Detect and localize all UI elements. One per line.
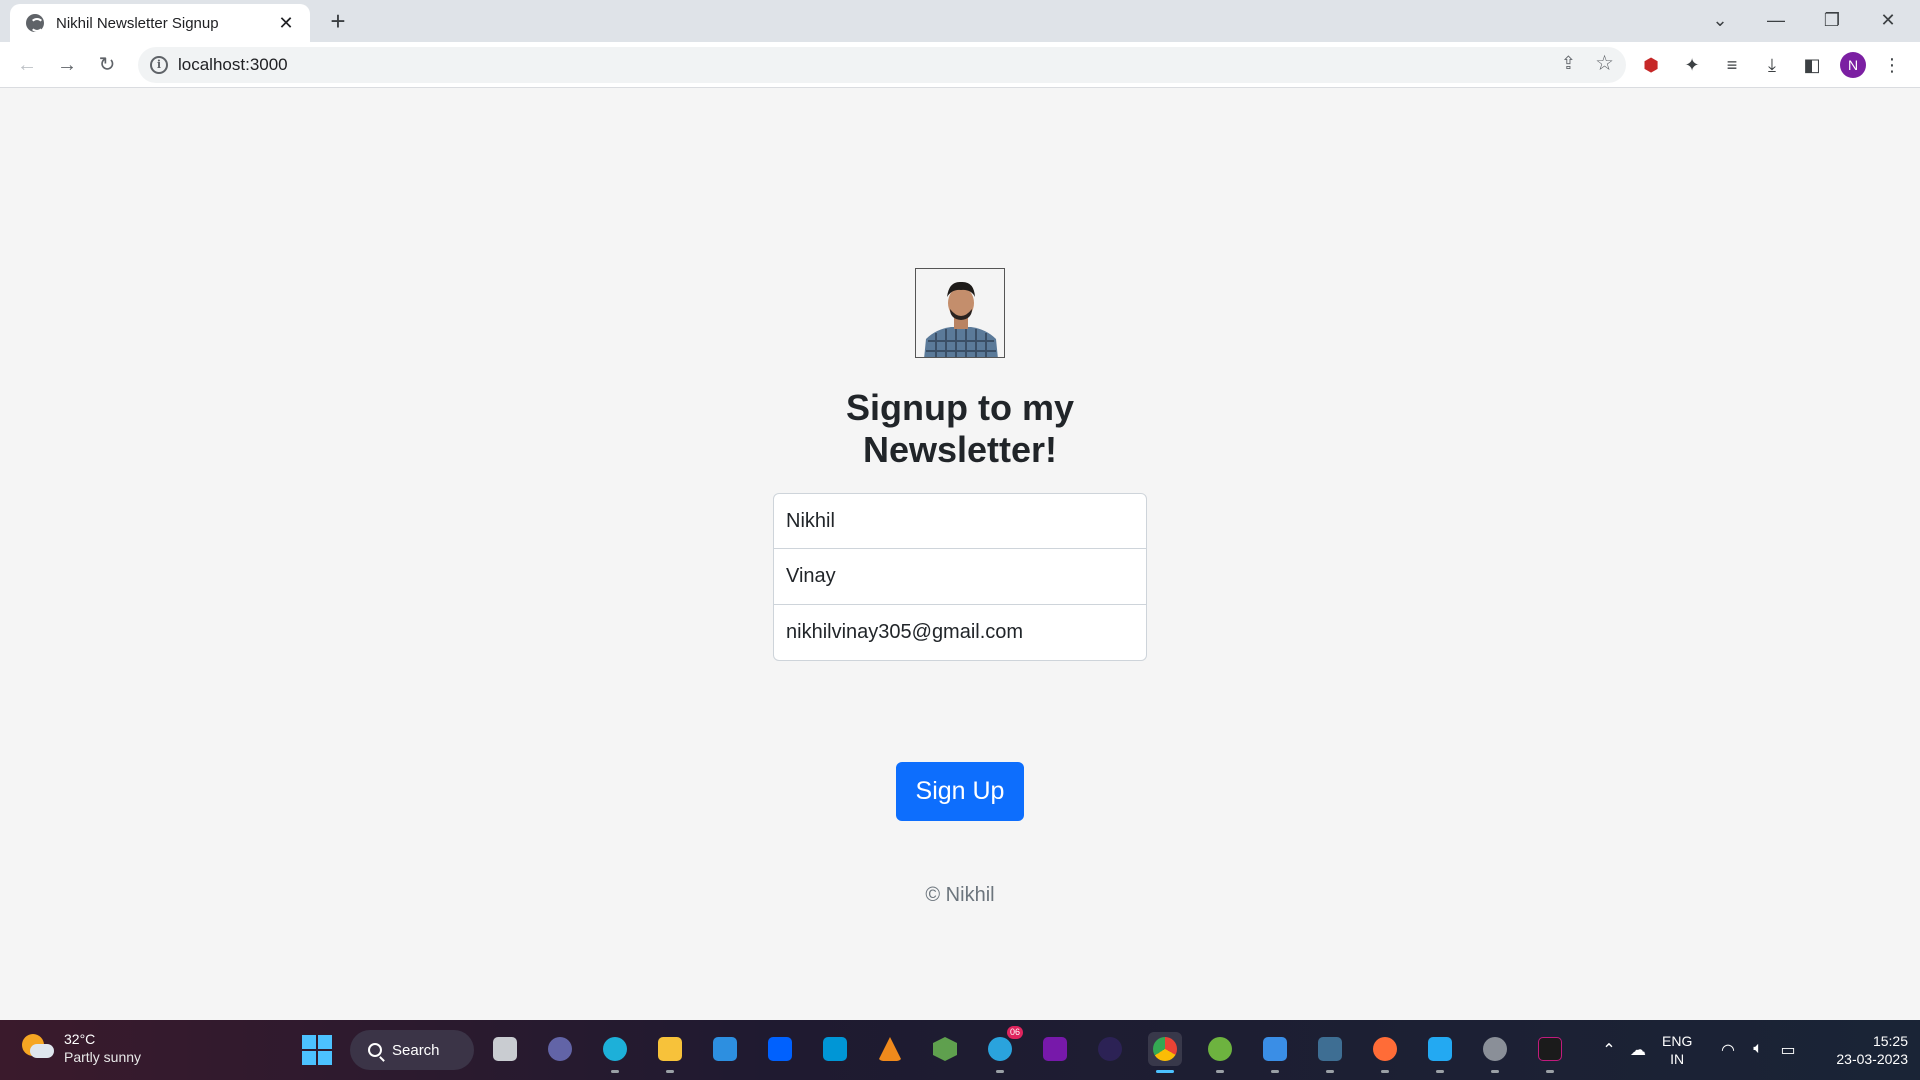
extensions-puzzle-icon[interactable]: ✦	[1680, 53, 1704, 77]
myhp-icon[interactable]	[818, 1032, 852, 1066]
page-title-line1: Signup to my	[846, 387, 1074, 428]
mysql-workbench-icon[interactable]	[1313, 1032, 1347, 1073]
weather-condition: Partly sunny	[64, 1049, 142, 1065]
language-code: ENG	[1662, 1033, 1693, 1049]
profile-avatar[interactable]: N	[1840, 52, 1866, 78]
email-field[interactable]: nikhilvinay305@gmail.com	[773, 605, 1147, 661]
language-region: IN	[1670, 1051, 1685, 1067]
battery-icon[interactable]: ▭	[1776, 1040, 1800, 1060]
reload-icon[interactable]: ↻	[93, 51, 121, 79]
profile-photo	[915, 268, 1005, 358]
media-queue-icon[interactable]: ≡	[1720, 53, 1744, 77]
show-hidden-icons-chevron-icon[interactable]: ⌃	[1597, 1040, 1621, 1060]
site-info-icon[interactable]: i	[150, 56, 168, 74]
clock-date: 23-03-2023	[1836, 1051, 1908, 1067]
page-title: Signup to my Newsletter!	[760, 387, 1160, 471]
edge-browser-icon[interactable]	[598, 1032, 632, 1073]
onenote-icon[interactable]	[1038, 1032, 1072, 1066]
system-clock[interactable]: 15:25 23-03-2023	[1818, 1032, 1908, 1080]
download-icon[interactable]: ⤓	[1760, 53, 1784, 77]
task-view-icon[interactable]	[488, 1032, 522, 1066]
back-arrow-icon[interactable]: ←	[13, 51, 41, 79]
nodejs-icon[interactable]	[928, 1032, 962, 1066]
telegram-icon[interactable]: 06	[983, 1026, 1023, 1073]
tab-search-chevron-icon[interactable]: ⌄	[1698, 6, 1742, 34]
browser-tab-strip: Nikhil Newsletter Signup ✕ + ⌄ — ❐ ✕	[0, 0, 1920, 42]
windows-start-icon[interactable]	[302, 1035, 332, 1065]
terminal-icon[interactable]	[1533, 1032, 1567, 1073]
last-name-field[interactable]: Vinay	[773, 549, 1147, 605]
bookmark-star-icon[interactable]: ☆	[1595, 51, 1614, 76]
minimize-window-button[interactable]: —	[1754, 6, 1798, 34]
browser-toolbar: ← → ↻ i localhost:3000 ⇪ ☆ ⬢ ✦ ≡ ⤓ ◧ N ⋮	[0, 42, 1920, 88]
weather-widget[interactable]: 32°C Partly sunny	[22, 1030, 141, 1066]
chrome-browser-icon[interactable]	[1148, 1032, 1182, 1073]
photos-icon[interactable]	[1258, 1032, 1292, 1073]
restore-window-button[interactable]: ❐	[1810, 6, 1854, 34]
taskbar-search-label: Search	[392, 1041, 440, 1059]
side-panel-icon[interactable]: ◧	[1800, 53, 1824, 77]
vscode-icon[interactable]	[1423, 1032, 1457, 1073]
windows-taskbar: 32°C Partly sunny Search 06 ⌃ ☁ ENG IN ◠…	[0, 1020, 1920, 1080]
vlc-icon[interactable]	[873, 1032, 907, 1066]
globe-icon	[26, 14, 44, 32]
page-content: Signup to my Newsletter! Nikhil Vinay ni…	[0, 89, 1920, 1020]
dropbox-icon[interactable]	[763, 1032, 797, 1066]
partly-sunny-icon	[22, 1032, 54, 1064]
tab-close-icon[interactable]: ✕	[276, 13, 296, 33]
spring-tool-icon[interactable]	[1203, 1032, 1237, 1073]
page-title-line2: Newsletter!	[862, 429, 1058, 470]
signup-form: Nikhil Vinay nikhilvinay305@gmail.com	[773, 493, 1147, 661]
menu-kebab-icon[interactable]: ⋮	[1880, 53, 1904, 77]
eclipse-icon[interactable]	[1093, 1032, 1127, 1066]
address-bar[interactable]: i localhost:3000 ⇪ ☆	[138, 47, 1626, 83]
browser-tab-active[interactable]: Nikhil Newsletter Signup ✕	[10, 4, 310, 42]
onedrive-cloud-icon[interactable]: ☁	[1626, 1040, 1650, 1060]
footer-copyright: © Nikhil	[925, 884, 995, 906]
volume-icon[interactable]: 🔈︎	[1746, 1040, 1770, 1058]
settings-gear-icon[interactable]	[1478, 1032, 1512, 1073]
postman-icon[interactable]	[1368, 1032, 1402, 1073]
file-explorer-icon[interactable]	[653, 1032, 687, 1073]
mail-icon[interactable]	[708, 1032, 742, 1066]
share-icon[interactable]: ⇪	[1561, 53, 1576, 74]
weather-temperature: 32°C	[64, 1031, 96, 1047]
signup-button[interactable]: Sign Up	[896, 762, 1024, 821]
url-text[interactable]: localhost:3000	[178, 55, 288, 75]
close-window-button[interactable]: ✕	[1866, 6, 1910, 34]
tab-title: Nikhil Newsletter Signup	[56, 14, 219, 32]
person-photo-icon	[916, 269, 1004, 357]
wifi-icon[interactable]: ◠	[1716, 1040, 1740, 1060]
telegram-badge: 06	[1006, 1026, 1023, 1039]
taskbar-search[interactable]: Search	[350, 1030, 474, 1070]
new-tab-button[interactable]: +	[324, 8, 352, 36]
search-icon	[368, 1043, 382, 1057]
teams-chat-icon[interactable]	[543, 1032, 577, 1066]
first-name-field[interactable]: Nikhil	[773, 493, 1147, 549]
clock-time: 15:25	[1872, 1033, 1908, 1049]
extension-shield-icon[interactable]: ⬢	[1639, 53, 1663, 77]
language-indicator[interactable]: ENG IN	[1662, 1032, 1692, 1080]
forward-arrow-icon[interactable]: →	[53, 51, 81, 79]
